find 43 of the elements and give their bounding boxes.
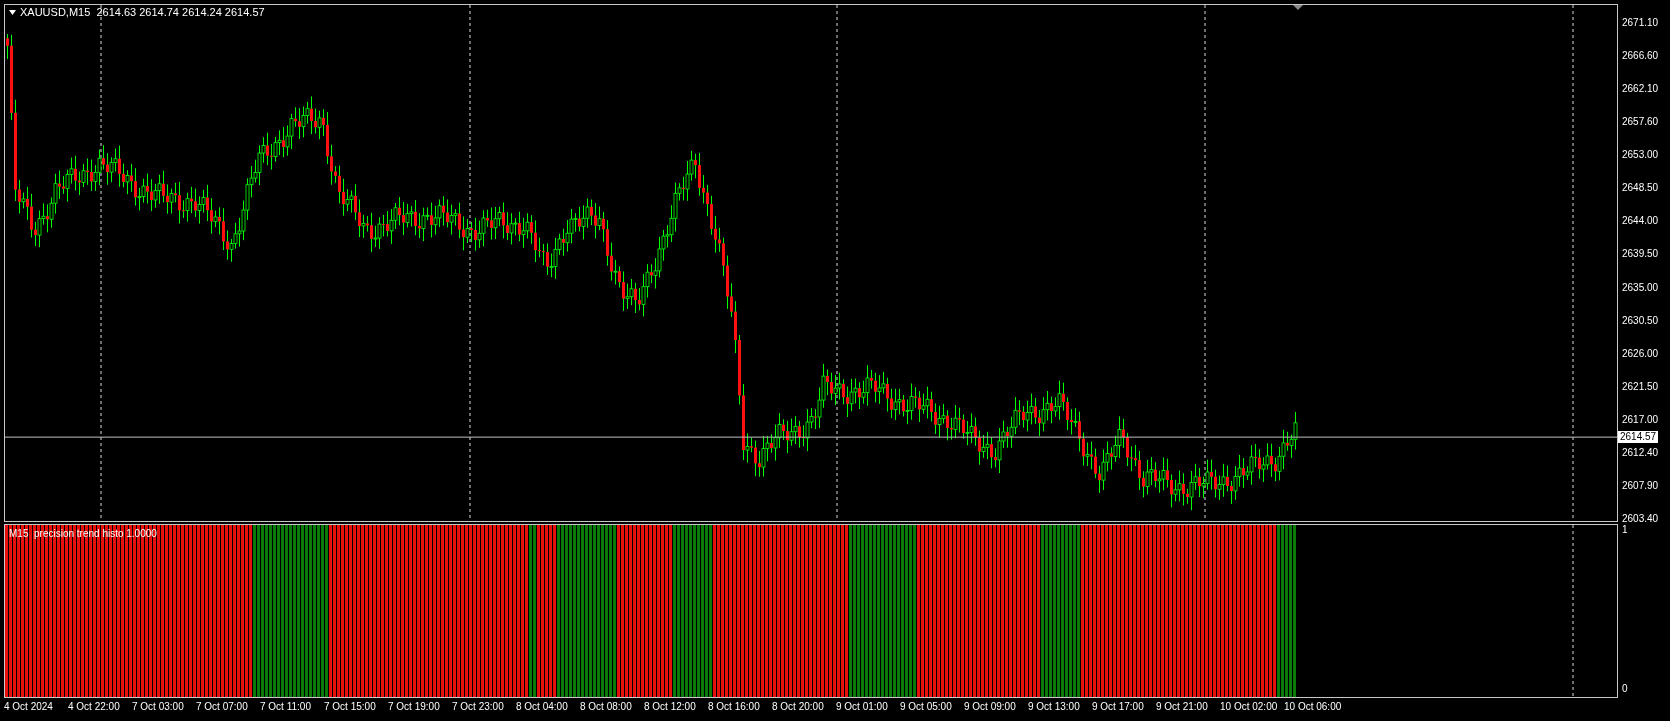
price-label: 2617.00	[1621, 413, 1659, 426]
time-label: 10 Oct 02:00	[1220, 700, 1279, 714]
time-label: 9 Oct 13:00	[1028, 700, 1081, 714]
shift-marker-icon[interactable]	[1293, 5, 1303, 10]
time-label: 8 Oct 12:00	[644, 700, 697, 714]
time-label: 10 Oct 06:00	[1284, 700, 1343, 714]
time-label: 4 Oct 2024	[4, 700, 54, 714]
scale-label: 0	[1622, 683, 1629, 695]
dropdown-icon[interactable]	[9, 9, 16, 15]
price-label: 2603.40	[1621, 512, 1659, 525]
scale-label: 1	[1622, 524, 1629, 536]
price-label: 2666.60	[1621, 50, 1659, 63]
price-label: 2662.10	[1621, 83, 1659, 96]
time-label: 8 Oct 04:00	[516, 700, 569, 714]
price-label: 2621.50	[1621, 380, 1659, 393]
time-label: 8 Oct 08:00	[580, 700, 633, 714]
price-label: 2657.60	[1621, 116, 1659, 129]
time-label: 7 Oct 03:00	[132, 700, 185, 714]
time-label: 9 Oct 05:00	[900, 700, 953, 714]
price-label: 2607.90	[1621, 479, 1659, 492]
time-label: 4 Oct 22:00	[68, 700, 121, 714]
time-label: 9 Oct 21:00	[1156, 700, 1209, 714]
time-label: 7 Oct 07:00	[196, 700, 249, 714]
time-label: 9 Oct 17:00	[1092, 700, 1145, 714]
price-label: 2644.00	[1621, 215, 1659, 228]
price-label: 2630.50	[1621, 314, 1659, 327]
price-label: 2612.40	[1621, 446, 1659, 459]
price-label: 2653.00	[1621, 149, 1659, 162]
time-label: 7 Oct 19:00	[388, 700, 441, 714]
time-label: 7 Oct 15:00	[324, 700, 377, 714]
price-label: 2648.50	[1621, 182, 1659, 195]
time-label: 8 Oct 20:00	[772, 700, 825, 714]
time-label: 7 Oct 11:00	[260, 700, 312, 714]
time-label: 8 Oct 16:00	[708, 700, 761, 714]
time-label: 9 Oct 09:00	[964, 700, 1017, 714]
price-label: 2626.00	[1621, 347, 1659, 360]
price-label: 2671.10	[1621, 17, 1659, 29]
current-price-tag: 2614.57	[1618, 431, 1659, 444]
chart-title: XAUUSD,M15 2614.63 2614.74 2614.24 2614.57	[20, 6, 265, 18]
time-label: 9 Oct 01:00	[836, 700, 889, 714]
price-label: 2635.00	[1621, 281, 1659, 294]
time-label: 7 Oct 23:00	[452, 700, 505, 714]
price-label: 2639.50	[1621, 248, 1659, 261]
